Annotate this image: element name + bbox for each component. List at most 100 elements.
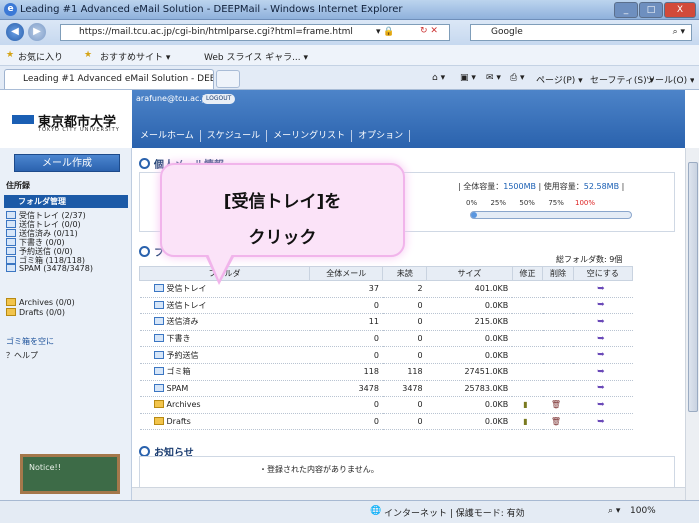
empty-folder-icon[interactable]: ➥ (597, 383, 605, 393)
empty-folder-icon[interactable]: ➥ (597, 334, 605, 344)
folder-name-cell[interactable]: 予約送信 (139, 346, 310, 364)
addressbook-link[interactable]: 住所録 (6, 180, 30, 191)
folder-row[interactable]: SPAM 3478 3478 25783.0KB ➥ (139, 380, 633, 398)
folder-name[interactable]: 予約送信 (167, 351, 199, 360)
main-nav: メールホーム スケジュール メーリングリスト オプション (134, 130, 411, 148)
sidebar-folder-item[interactable]: Archives (0/0) (6, 298, 75, 307)
nav-schedule[interactable]: スケジュール (201, 130, 268, 142)
empty-folder-icon[interactable]: ➥ (597, 400, 605, 410)
empty-trash-link[interactable]: ゴミ箱を空に (6, 336, 54, 347)
empty-cell[interactable]: ➥ (573, 280, 633, 298)
minimize-button[interactable]: _ (614, 2, 638, 18)
edit-icon[interactable]: ▮ (523, 400, 527, 409)
print-icon[interactable]: ⎙ ▾ (510, 73, 525, 83)
empty-folder-icon[interactable]: ➥ (597, 417, 605, 427)
empty-folder-icon[interactable]: ➥ (597, 300, 605, 310)
folder-icon (6, 264, 16, 272)
sidebar-folder-item[interactable]: Drafts (0/0) (6, 308, 65, 317)
sidebar-folder-item[interactable]: SPAM (3478/3478) (6, 264, 93, 273)
delete-cell (542, 380, 574, 398)
logout-button[interactable]: LOGOUT (202, 94, 236, 104)
lock-icon[interactable]: ▾ 🔒 (376, 27, 395, 37)
webslice-gallery-link[interactable]: Web スライス ギャラ... ▾ (204, 50, 308, 63)
folder-name-cell[interactable]: Drafts (139, 413, 310, 431)
search-input[interactable]: Google ⌕ ▾ (470, 24, 692, 41)
delete-cell[interactable]: 🗑 (542, 396, 574, 414)
nav-mailing-list[interactable]: メーリングリスト (267, 130, 353, 142)
compose-button[interactable]: メール作成 (14, 154, 120, 172)
unread-cell: 0 (382, 413, 427, 431)
folder-table: フォルダ 全体メール 未読 サイズ 修正 削除 空にする 受信トレイ 37 2 401.0KB ➥ 送… (139, 266, 634, 431)
empty-cell[interactable]: ➥ (573, 346, 633, 364)
folder-name-cell[interactable]: 送信済み (139, 313, 310, 331)
edit-cell[interactable]: ▮ (512, 413, 543, 431)
empty-cell[interactable]: ➥ (573, 330, 633, 348)
suggested-sites-link[interactable]: おすすめサイト ▾ (100, 50, 170, 63)
folder-row[interactable]: Archives 0 0 0.0KB ▮ 🗑 ➥ (139, 396, 633, 414)
back-icon[interactable]: ◀ (6, 23, 24, 41)
folder-name-cell[interactable]: Archives (139, 396, 310, 414)
search-icon[interactable]: ⌕ ▾ (673, 25, 685, 40)
window-title: Leading #1 Advanced eMail Solution - DEE… (20, 4, 403, 15)
vertical-scroll-thumb[interactable] (688, 162, 698, 412)
horizontal-scrollbar[interactable] (132, 487, 685, 500)
empty-cell[interactable]: ➥ (573, 396, 633, 414)
folder-name-cell[interactable]: 送信トレイ (139, 297, 310, 315)
empty-cell[interactable]: ➥ (573, 380, 633, 398)
home-icon[interactable]: ⌂ ▾ (432, 73, 445, 83)
delete-cell[interactable]: 🗑 (542, 413, 574, 431)
folder-name[interactable]: 受信トレイ (167, 284, 207, 293)
vertical-scrollbar[interactable] (685, 148, 699, 500)
folder-name[interactable]: 送信トレイ (167, 301, 207, 310)
folder-row[interactable]: 予約送信 0 0 0.0KB ➥ (139, 346, 633, 364)
folder-name[interactable]: SPAM (167, 384, 189, 393)
folder-management-link[interactable]: フォルダ管理 (4, 195, 128, 208)
edit-cell[interactable]: ▮ (512, 396, 543, 414)
folder-name[interactable]: 送信済み (167, 317, 199, 326)
safety-menu[interactable]: セーフティ(S) ▾ (590, 73, 654, 86)
folder-name[interactable]: 下書き (167, 334, 191, 343)
folder-name-cell[interactable]: SPAM (139, 380, 310, 398)
tab-current[interactable]: Leading #1 Advanced eMail Solution - DEE… (4, 69, 214, 89)
empty-folder-icon[interactable]: ➥ (597, 367, 605, 377)
folder-name-cell[interactable]: ゴミ箱 (139, 363, 310, 381)
folder-name-cell[interactable]: 下書き (139, 330, 310, 348)
empty-cell[interactable]: ➥ (573, 297, 633, 315)
empty-folder-icon[interactable]: ➥ (597, 284, 605, 294)
help-link[interactable]: ？ヘルプ (6, 350, 38, 361)
tools-menu[interactable]: ツール(O) ▾ (646, 73, 694, 86)
favorites-button[interactable]: お気に入り (18, 50, 63, 63)
folder-row[interactable]: 下書き 0 0 0.0KB ➥ (139, 330, 633, 348)
delete-icon[interactable]: 🗑 (551, 400, 561, 409)
empty-cell[interactable]: ➥ (573, 313, 633, 331)
feeds-icon[interactable]: ▣ ▾ (460, 73, 476, 83)
empty-folder-icon[interactable]: ➥ (597, 317, 605, 327)
mail-icon[interactable]: ✉ ▾ (486, 73, 501, 83)
forward-icon[interactable]: ▶ (28, 23, 46, 41)
delete-cell (542, 313, 574, 331)
empty-cell[interactable]: ➥ (573, 413, 633, 431)
main-nav-bar: arafune@tcu.ac.jp LOGOUT メールホーム スケジュール メーリ… (132, 90, 685, 148)
callout-line2: クリック (248, 228, 317, 248)
folder-row[interactable]: ゴミ箱 118 118 27451.0KB ➥ (139, 363, 633, 381)
maximize-button[interactable]: □ (639, 2, 663, 18)
folder-row[interactable]: Drafts 0 0 0.0KB ▮ 🗑 ➥ (139, 413, 633, 431)
folder-name[interactable]: ゴミ箱 (167, 367, 191, 376)
nav-mail-home[interactable]: メールホーム (134, 130, 201, 142)
folder-name[interactable]: Archives (167, 400, 201, 409)
nav-options[interactable]: オプション (352, 130, 411, 142)
edit-icon[interactable]: ▮ (523, 417, 527, 426)
close-button[interactable]: X (664, 2, 696, 18)
folder-name[interactable]: Drafts (167, 417, 191, 426)
zoom-icon[interactable]: ⌕ ▾ (608, 506, 620, 516)
delete-icon[interactable]: 🗑 (551, 417, 561, 426)
folder-row[interactable]: 送信済み 11 0 215.0KB ➥ (139, 313, 633, 331)
empty-folder-icon[interactable]: ➥ (597, 350, 605, 360)
new-tab-button[interactable] (216, 70, 240, 88)
add-favorite-icon[interactable]: ★ (84, 50, 92, 60)
empty-cell[interactable]: ➥ (573, 363, 633, 381)
refresh-stop-icon[interactable]: ↻ ✕ (420, 26, 438, 36)
page-menu[interactable]: ページ(P) ▾ (536, 73, 583, 86)
zoom-level[interactable]: 100% (630, 506, 656, 516)
folder-row[interactable]: 送信トレイ 0 0 0.0KB ➥ (139, 297, 633, 315)
